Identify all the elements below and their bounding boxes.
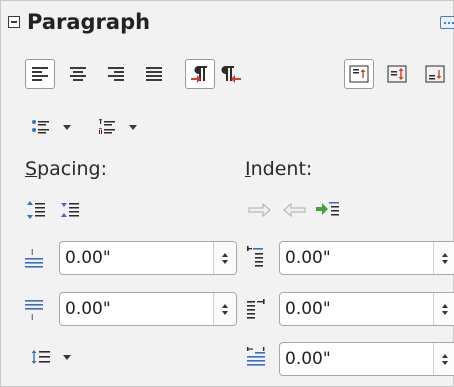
after-text-indent-icon — [247, 299, 265, 319]
arrow-left-icon — [283, 203, 306, 217]
below-paragraph-spacing-input[interactable] — [62, 295, 213, 323]
line-spacing-dropdown[interactable] — [23, 342, 79, 372]
spin-up-icon[interactable] — [442, 353, 448, 358]
increase-spacing-icon — [27, 201, 45, 219]
chevron-down-icon — [63, 354, 71, 360]
line-spacing-icon — [31, 350, 50, 364]
justify-icon — [146, 67, 162, 81]
spin-down-icon[interactable] — [222, 259, 228, 264]
spin-down-icon[interactable] — [222, 310, 228, 315]
align-middle-icon — [387, 65, 407, 83]
paragraph-panel: Paragraph Spacing: Indent: I 0.00" 0.00"… — [0, 0, 454, 387]
more-options-button[interactable] — [440, 16, 454, 29]
decrease-indent-button — [279, 195, 309, 225]
increase-spacing-button[interactable] — [21, 195, 51, 225]
spin-up-icon[interactable] — [222, 303, 228, 308]
align-top-icon — [349, 65, 369, 83]
spin-up-icon[interactable] — [442, 303, 448, 308]
rtl-button[interactable] — [217, 59, 247, 89]
numbering-dropdown[interactable] — [89, 112, 145, 142]
svg-text:I: I — [31, 313, 33, 321]
align-top-button[interactable] — [344, 59, 374, 89]
above-paragraph-spacing-icon: I — [25, 248, 43, 268]
numbered-list-icon — [99, 119, 115, 134]
bullet-list-icon — [32, 120, 49, 134]
panel-title: Paragraph — [27, 10, 151, 34]
align-center-button[interactable] — [63, 59, 93, 89]
before-text-indent-input[interactable] — [282, 244, 433, 272]
spin-down-icon[interactable] — [442, 259, 448, 264]
ltr-button[interactable] — [185, 59, 215, 89]
spin-up-icon[interactable] — [442, 252, 448, 257]
chevron-down-icon — [63, 124, 71, 130]
decrease-spacing-button[interactable] — [55, 195, 85, 225]
before-text-indent-icon — [247, 246, 263, 267]
chevron-down-icon — [129, 124, 137, 130]
first-line-indent-spinner[interactable] — [433, 343, 454, 375]
arrow-right-icon — [248, 203, 271, 217]
below-paragraph-spacing-icon: I — [25, 300, 43, 321]
after-text-indent-spinner[interactable] — [433, 293, 454, 325]
spin-down-icon[interactable] — [442, 310, 448, 315]
above-paragraph-spacing-input[interactable] — [62, 244, 213, 272]
hanging-indent-icon — [316, 202, 339, 216]
align-center-icon — [70, 67, 86, 81]
right-to-left-icon — [221, 66, 241, 83]
first-line-indent-icon — [247, 347, 265, 366]
align-bottom-button[interactable] — [420, 59, 450, 89]
left-to-right-icon — [191, 66, 207, 83]
spin-up-icon[interactable] — [222, 252, 228, 257]
svg-text:I: I — [31, 248, 33, 257]
align-right-button[interactable] — [101, 59, 131, 89]
above-paragraph-spacing-field[interactable] — [59, 241, 237, 275]
before-text-indent-field[interactable] — [279, 241, 454, 275]
align-left-button[interactable] — [25, 59, 55, 89]
align-middle-button[interactable] — [382, 59, 412, 89]
spin-down-icon[interactable] — [442, 360, 448, 365]
below-paragraph-spacing-field[interactable] — [59, 292, 237, 326]
decrease-spacing-icon — [61, 203, 79, 217]
first-line-indent-field[interactable] — [279, 342, 454, 376]
after-text-indent-input[interactable] — [282, 295, 433, 323]
justify-button[interactable] — [139, 59, 169, 89]
align-left-icon — [32, 67, 48, 81]
indent-label: Indent: — [245, 158, 313, 180]
increase-indent-button — [245, 195, 275, 225]
spacing-label: Spacing: — [25, 158, 107, 180]
align-bottom-icon — [425, 65, 445, 83]
bullets-dropdown[interactable] — [23, 112, 79, 142]
above-paragraph-spinner[interactable] — [213, 242, 236, 274]
align-right-icon — [108, 67, 124, 81]
collapse-icon[interactable] — [8, 16, 20, 28]
first-line-indent-input[interactable] — [282, 345, 433, 373]
after-text-indent-field[interactable] — [279, 292, 454, 326]
before-text-indent-spinner[interactable] — [433, 242, 454, 274]
below-paragraph-spinner[interactable] — [213, 293, 236, 325]
hanging-indent-button[interactable] — [313, 195, 343, 225]
